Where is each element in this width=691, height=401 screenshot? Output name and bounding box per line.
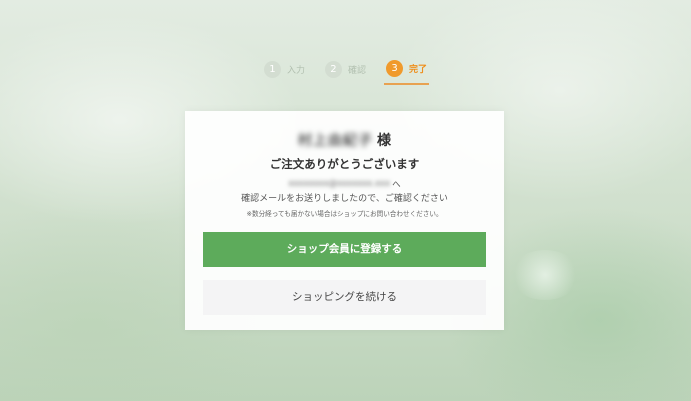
thank-you-heading: ご注文ありがとうございます [269, 157, 420, 171]
confirmation-message: 確認メールをお送りしましたので、ご確認ください [241, 194, 448, 204]
email-suffix: へ [392, 180, 401, 190]
step-complete: 3 完了 [384, 60, 430, 85]
background-blur-spot [510, 250, 580, 300]
step-input: 1 入力 [262, 60, 307, 85]
customer-email: xxxxxxxx@xxxxxxx.xxx [288, 179, 391, 189]
step-number: 1 [263, 61, 281, 78]
checkout-stepper: 1 入力 2 確認 3 完了 [0, 60, 691, 85]
continue-shopping-button[interactable]: ショッピングを続ける [203, 280, 486, 315]
customer-name-row: 村上由紀子 様 [185, 129, 504, 151]
step-label: 確認 [347, 66, 366, 76]
step-confirm: 2 確認 [323, 60, 368, 85]
honorific: 様 [377, 133, 391, 149]
email-row: xxxxxxxx@xxxxxxx.xxx へ [185, 178, 504, 190]
register-member-button[interactable]: ショップ会員に登録する [203, 232, 486, 267]
step-number: 3 [386, 60, 403, 77]
step-label: 完了 [409, 65, 428, 75]
step-label: 入力 [286, 66, 305, 76]
customer-name: 村上由紀子 [298, 133, 373, 149]
step-number: 2 [324, 61, 342, 78]
delivery-note: ※数分経っても届かない場合はショップにお問い合わせください。 [246, 210, 443, 218]
order-complete-card: 村上由紀子 様 ご注文ありがとうございます xxxxxxxx@xxxxxxx.x… [185, 111, 504, 330]
